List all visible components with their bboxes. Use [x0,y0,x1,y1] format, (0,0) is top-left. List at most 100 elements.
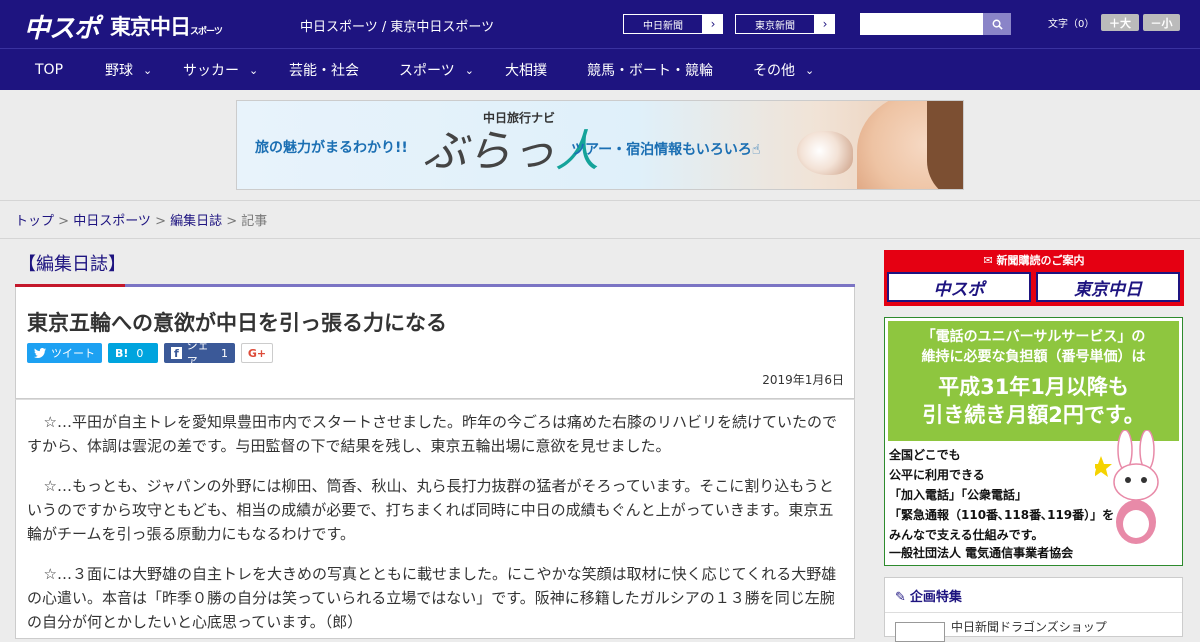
article-date: 2019年1月6日 [762,373,844,387]
chunichi-shimbun-label: 中日新聞 [623,14,703,34]
google-plus-button[interactable]: G+ [241,343,273,363]
chevron-right-icon: › [822,17,828,31]
tokyo-shimbun-button[interactable]: 東京新聞 › [734,13,836,35]
subscription-title-text: 新聞購読のご案内 [996,254,1085,267]
hatena-bookmark-button[interactable]: B! 0 [108,343,158,363]
nav-label: その他 [753,63,795,79]
font-larger-button[interactable]: ＋大 [1101,14,1139,31]
breadcrumb: トップ > 中日スポーツ > 編集日誌 > 記事 [15,210,267,229]
nav-item-soccer[interactable]: サッカー ⌄ [183,49,258,91]
font-smaller-button[interactable]: －小 [1143,14,1180,31]
uni-text-2: 公平に利用できる [889,468,985,482]
divider [0,238,1200,239]
chevron-down-icon: ⌄ [249,63,259,77]
chevron-down-icon: ⌄ [805,63,815,77]
nav-item-other[interactable]: その他 ⌄ [753,49,814,91]
hatena-icon: B! [115,346,129,360]
dragons-shop-thumbnail [895,622,945,642]
font-size-label: 文字（0） [1048,19,1095,30]
breadcrumb-sep: > [222,214,242,229]
tokyo-shimbun-label: 東京新聞 [735,14,815,34]
breadcrumb-sep: > [54,214,74,229]
uni-text-1: 全国どこでも [889,448,961,462]
banner-brand-small: 中日旅行ナビ [483,111,556,125]
search-icon [992,19,1003,30]
nav-item-racing[interactable]: 競馬・ボート・競輪 [587,49,713,91]
feature-box: ✎ 企画特集 中日新聞ドラゴンズショップ [884,577,1183,642]
main-nav: TOP 野球 ⌄ サッカー ⌄ 芸能・社会 スポーツ ⌄ 大相撲 競馬・ボート・競輪 … [0,48,1200,90]
nav-label: サッカー [183,63,239,79]
facebook-share-button[interactable]: f シェア 1 [164,339,235,368]
nav-label: 芸能・社会 [289,63,359,79]
search-box [860,13,1011,35]
tokyo-logo-text: 東京中日 [110,14,191,39]
uni-text-4: 「緊急通報（110番､118番､119番）」を [889,508,1115,522]
breadcrumb-chuspo[interactable]: 中日スポーツ [73,214,151,229]
banner-brand-a: ぶらっ [423,126,555,177]
nav-label: 競馬・ボート・競輪 [587,63,713,79]
tweet-label: ツイート [51,347,95,360]
divider [0,200,1200,201]
chevron-down-icon: ⌄ [143,63,153,77]
chunichi-shimbun-button[interactable]: 中日新聞 › [622,13,724,35]
share-label: シェア [186,339,209,368]
nav-label: TOP [35,62,64,78]
uni-line-2: 維持に必要な負担額（番号単価）は [921,349,1146,365]
uni-line-1: 「電話のユニバーサルサービス」の [921,329,1146,345]
nav-item-entertainment[interactable]: 芸能・社会 [289,49,359,91]
nav-label: 野球 [105,63,133,79]
subscription-title: ✉ 新聞購読のご案内 [983,254,1085,267]
pin-icon: ✎ [895,590,906,605]
rabbit-mascot-icon [1095,430,1159,544]
subscription-ad[interactable]: ✉ 新聞購読のご案内 中スポ 東京中日 [884,250,1184,306]
breadcrumb-top[interactable]: トップ [15,214,54,229]
nav-item-baseball[interactable]: 野球 ⌄ [105,49,152,91]
article-paragraph: ☆…もっとも、ジャパンの外野には柳田、筒香、秋山、丸ら長打力抜群の猛者がそろって… [27,477,834,543]
shell-image [797,131,853,175]
uni-big-1: 平成31年1月以降も [938,375,1129,399]
share-count: 1 [221,346,228,360]
chevron-down-icon: ⌄ [464,63,474,77]
uni-big-2: 引き続き月額2円です。 [922,403,1145,427]
uni-big: 平成31年1月以降も 引き続き月額2円です。 [888,373,1179,429]
breadcrumb-current: 記事 [241,214,268,229]
travel-banner-ad[interactable]: 旅の魅力がまるわかり!! ぶらっ人 中日旅行ナビ ツアー・宿泊情報もいろいろ☝ [236,100,964,190]
site-title: 中日スポーツ / 東京中日スポーツ [300,20,495,35]
article-paragraph: ☆…平田が自主トレを愛知県豊田市内でスタートさせました。昨年の今ごろは痛めた右膝… [27,413,837,455]
article-body: ☆…平田が自主トレを愛知県豊田市内でスタートさせました。昨年の今ごろは痛めた右膝… [15,399,855,639]
article-header: 東京五輪への意欲が中日を引っ張る力になる ツイート B! 0 f シェア 1 G… [15,287,855,399]
nav-item-sumo[interactable]: 大相撲 [505,49,547,91]
subscribe-chuspo-button[interactable]: 中スポ [887,272,1031,302]
uni-footer: 一般社団法人 電気通信事業者協会 [889,546,1074,560]
breadcrumb-category[interactable]: 編集日誌 [170,214,222,229]
category-heading: 【編集日誌】 [18,254,126,275]
feature-title: ✎ 企画特集 [895,586,962,605]
woman-hair [927,101,963,189]
twitter-icon [34,348,46,358]
facebook-icon: f [171,347,182,360]
nav-label: 大相撲 [505,63,547,79]
top-header: 中スポ 東京中日スポーツ 中日スポーツ / 東京中日スポーツ 中日新聞 › 東京… [0,0,1200,48]
tweet-button[interactable]: ツイート [27,343,102,363]
divider [885,612,1182,613]
universal-service-headline-box: 「電話のユニバーサルサービス」の 維持に必要な負担額（番号単価）は 平成31年1月… [888,321,1179,441]
uni-line: 「電話のユニバーサルサービス」の 維持に必要な負担額（番号単価）は [888,327,1179,367]
nav-label: スポーツ [399,63,455,79]
nav-item-top[interactable]: TOP [35,49,63,91]
search-input[interactable] [860,13,983,35]
feature-link-dragons-shop[interactable]: 中日新聞ドラゴンズショップ [951,618,1107,635]
feature-title-text: 企画特集 [909,590,962,605]
nav-item-sports[interactable]: スポーツ ⌄ [399,49,474,91]
chuspo-logo[interactable]: 中スポ [24,8,100,45]
chevron-right-icon: › [710,17,716,31]
subscribe-tokyo-button[interactable]: 東京中日 [1036,272,1180,302]
banner-tagline-left: 旅の魅力がまるわかり!! [255,140,408,156]
uni-text-3: 「加入電話」「公衆電話」 [889,488,1028,502]
tokyo-logo-small: スポーツ [190,27,223,37]
breadcrumb-sep: > [150,214,171,229]
article-paragraph: ☆…３面には大野雄の自主トレを大きめの写真とともに載せました。にこやかな笑顔は取… [27,565,837,631]
universal-service-ad[interactable]: 「電話のユニバーサルサービス」の 維持に必要な負担額（番号単価）は 平成31年1月… [884,317,1183,566]
search-button[interactable] [983,13,1011,35]
tokyo-chunichi-logo[interactable]: 東京中日スポーツ [110,11,223,41]
uni-text-5: みんなで支える仕組みです。 [889,528,1044,542]
